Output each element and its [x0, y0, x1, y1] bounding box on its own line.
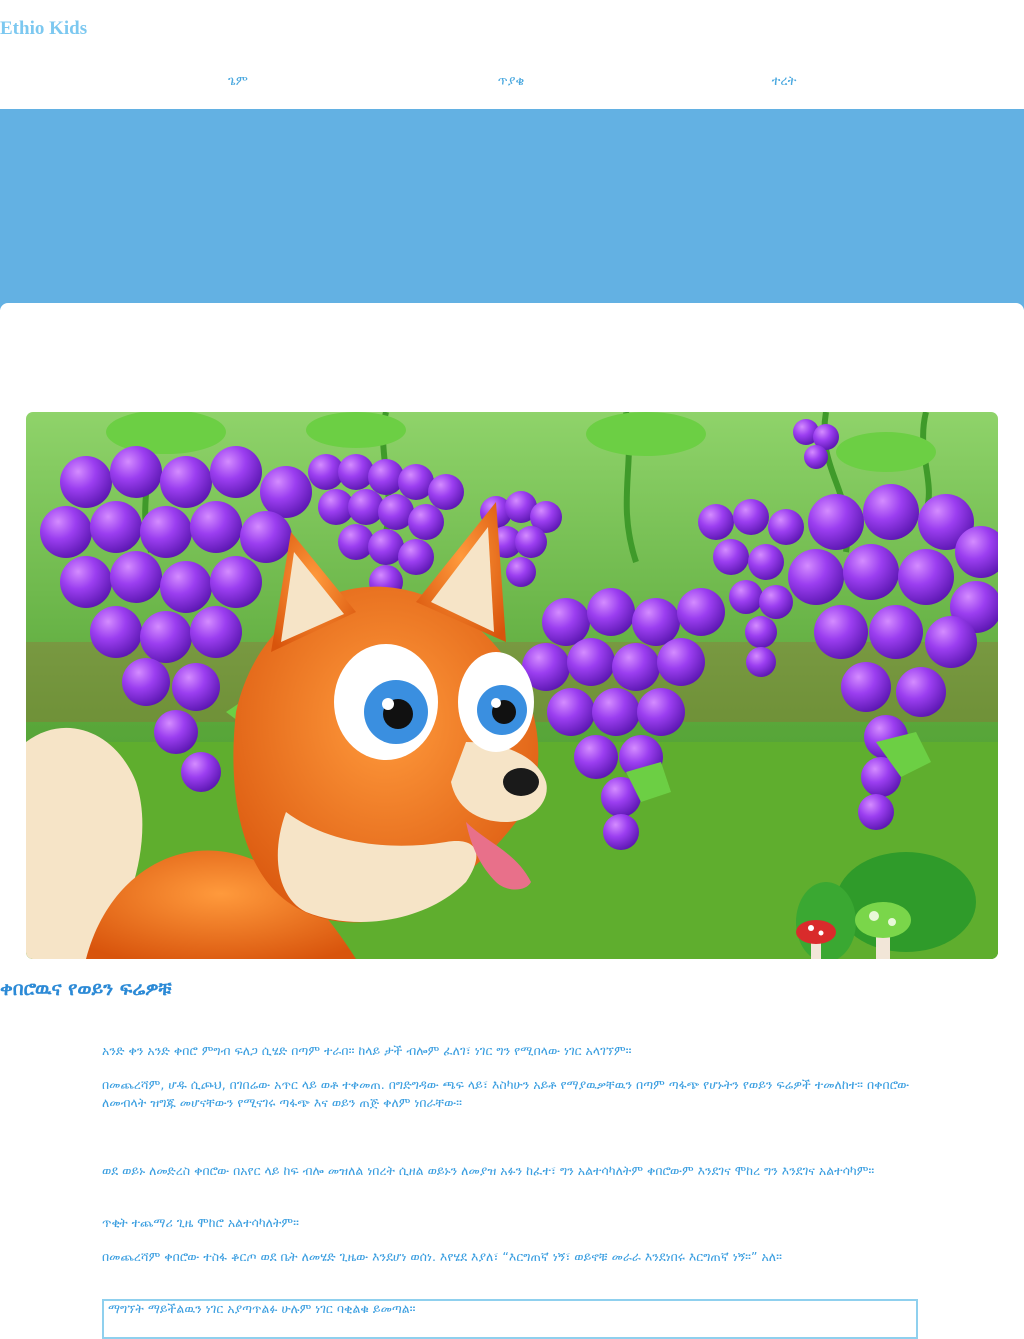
main-nav: ጌም ጥያቄ ተረት [0, 74, 1024, 96]
story-paragraph: በመጨረሻም, ሆዱ ሲጮህ, በገበሬው አጥር ላይ ወቶ ተቀመጠ. በግ… [102, 1077, 910, 1110]
nav-item-games[interactable]: ጌም [228, 74, 248, 89]
story-paragraph: ወደ ወይኑ ለመድረስ ቀበሮው በአየር ላይ ከፍ ብሎ መዝለል ነበረ… [102, 1163, 875, 1178]
story-title: ቀበሮዉና የወይን ፍሬዎቹ [0, 978, 172, 1000]
site-brand-link[interactable]: Ethio Kids [0, 18, 87, 40]
nav-item-questions[interactable]: ጥያቄ [498, 74, 524, 89]
nav-item-stories[interactable]: ተረት [772, 74, 797, 89]
fox-and-grapes-illustration [26, 412, 998, 959]
story-paragraph: ጥቂት ተጨማሪ ጊዜ ሞከሮ አልተሳካለትም። [102, 1215, 299, 1230]
story-illustration [26, 412, 998, 959]
banner-divider [0, 303, 1024, 317]
hero-banner [0, 109, 1024, 310]
story-paragraph: በመጨረሻም ቀበሮው ተስፋ ቆርጦ ወደ ቤት ለመሄድ ጊዜው እንደሆነ… [102, 1249, 782, 1264]
story-paragraph: አንድ ቀን አንድ ቀበሮ ምግብ ፍለጋ ሲሄድ በጣም ተራበ። ከላይ … [102, 1043, 632, 1058]
story-moral-box: ማግኘት ማይችልዉን ነገር አያጣጥልፉ ሁሉም ነገር ባቂልቁ ይመጣል… [102, 1299, 918, 1339]
